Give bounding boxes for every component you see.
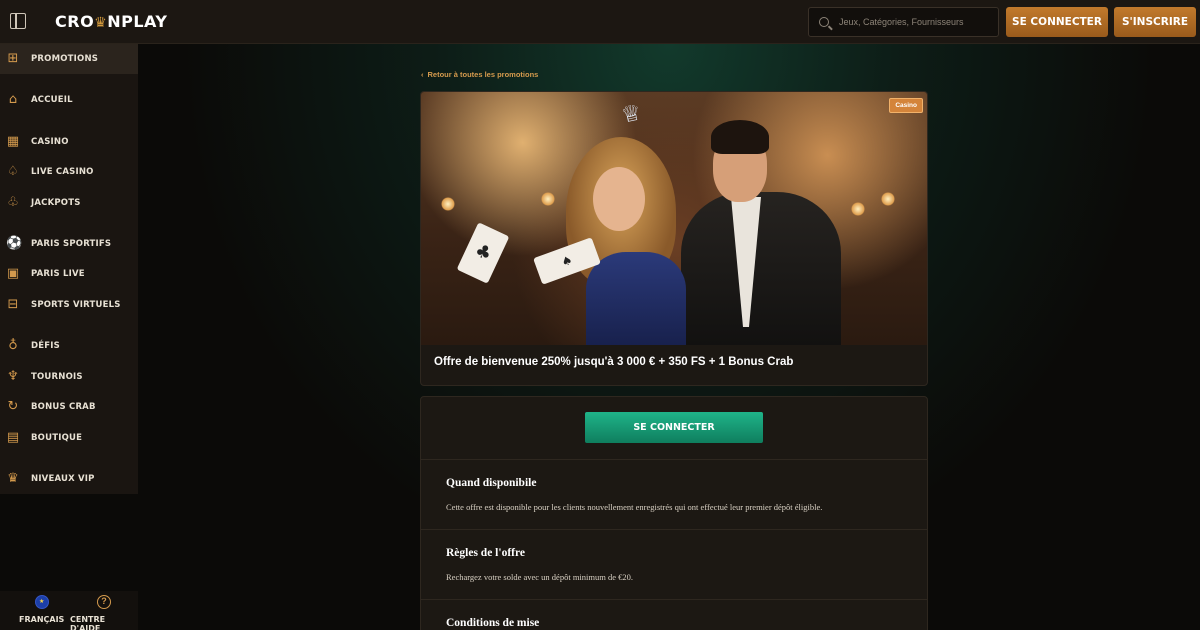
promo-title: Offre de bienvenue 250% jusqu'à 3 000 € … [434,356,794,368]
gift-icon: ⊞ [7,51,19,66]
crown-icon: ♛ [94,15,108,31]
man-hair [711,120,769,154]
shop-icon: ▤ [6,430,20,445]
help-icon: ? [97,595,111,609]
sidebar-item-bonus-crab[interactable]: ↻ BONUS CRAB [0,392,138,422]
spade-icon: ♤ [7,164,19,179]
sidebar-item-virtual-sports[interactable]: ⊟ SPORTS VIRTUELS [0,290,138,320]
section-text: Rechargez votre solde avec un dépôt mini… [446,572,634,582]
sidebar-item-shop[interactable]: ▤ BOUTIQUE [0,423,138,453]
sidebar-item-label: TOURNOIS [31,372,83,382]
claw-icon: ↻ [7,399,19,414]
gamepad-icon: ⊟ [7,297,19,312]
sidebar-footer: ★ FRANÇAIS ? CENTRE D'AIDE [0,591,138,630]
logo-text-right: NPLAY [107,12,168,31]
help-center-link[interactable]: ? CENTRE D'AIDE [70,595,138,630]
chandelier-light [881,192,895,206]
slot-machine-icon: ▦ [6,134,20,149]
trophy-icon: ♆ [7,369,19,384]
logo[interactable]: CRO♛NPLAY [55,12,167,31]
sidebar-item-label: JACKPOTS [31,198,81,208]
sidebar-item-label: PARIS SPORTIFS [31,239,112,249]
logo-text-left: CRO [55,12,95,31]
sidebar-item-sports-betting[interactable]: ⚽ PARIS SPORTIFS [0,229,138,259]
search-box[interactable] [808,7,999,37]
woman-face [593,167,645,231]
tiara-icon: ♕ [619,100,644,129]
category-badge: Casino [889,98,923,113]
help-label: CENTRE D'AIDE [70,615,106,630]
sidebar-item-label: CASINO [31,137,69,147]
chandelier-light [851,202,865,216]
sidebar-item-label: PROMOTIONS [31,54,99,64]
sidebar-item-live-betting[interactable]: ▣ PARIS LIVE [0,259,138,289]
section-offer-rules: Règles de l'offre Rechargez votre solde … [421,529,927,599]
sidebar-item-promotions[interactable]: ⊞ PROMOTIONS [0,44,138,74]
sidebar-item-casino[interactable]: ▦ CASINO [0,127,138,157]
sidebar-item-label: LIVE CASINO [31,167,94,177]
sidebar-item-tournaments[interactable]: ♆ TOURNOIS [0,362,138,392]
sidebar-item-label: ACCUEIL [31,95,73,105]
sidebar-item-label: BOUTIQUE [31,433,83,443]
soccer-ball-icon: ⚽ [6,236,23,251]
medal-icon: ♁ [8,338,18,353]
sidebar-item-label: SPORTS VIRTUELS [31,300,121,310]
section-wagering-conditions: Conditions de mise [421,599,927,630]
chandelier-light [541,192,555,206]
playing-card-icon: ♣ [456,222,510,284]
back-link-label: Retour à toutes les promotions [427,70,539,79]
clover-icon: ♧ [7,195,19,210]
top-bar: CRO♛NPLAY SE CONNECTER S'INSCRIRE [0,0,1200,44]
crown-icon: ♛ [7,471,19,486]
man-figure [681,192,841,345]
sidebar-item-live-casino[interactable]: ♤ LIVE CASINO [0,157,138,187]
register-button[interactable]: S'INSCRIRE [1114,7,1196,37]
chandelier-light [441,197,455,211]
woman-dress [586,252,686,345]
sidebar-item-home[interactable]: ⌂ ACCUEIL [0,85,138,115]
sidebar-item-challenges[interactable]: ♁ DÉFIS [0,331,138,361]
sidebar-item-label: DÉFIS [31,341,60,351]
live-tv-icon: ▣ [6,266,20,281]
promo-card: ♕ ♣ ♠ Casino Offre de bienvenue 250% jus… [420,91,928,386]
search-icon [819,17,829,27]
connect-button[interactable]: SE CONNECTER [585,412,763,443]
promo-image: ♕ ♣ ♠ Casino [421,92,927,345]
eu-flag-icon: ★ [34,595,49,609]
promo-details-card: SE CONNECTER Quand disponibile Cette off… [420,396,928,630]
sidebar-item-jackpots[interactable]: ♧ JACKPOTS [0,188,138,218]
chevron-left-icon: ‹ [421,70,424,79]
sidebar-item-label: BONUS CRAB [31,402,96,412]
section-title: Règles de l'offre [446,547,525,559]
language-label: FRANÇAIS [19,615,65,624]
search-input[interactable] [839,17,989,27]
section-title: Conditions de mise [446,617,540,629]
sidebar-item-label: PARIS LIVE [31,269,85,279]
sidebar-toggle-icon[interactable] [10,13,26,29]
back-to-promotions-link[interactable]: ‹ Retour à toutes les promotions [421,70,538,79]
language-selector[interactable]: ★ FRANÇAIS [19,595,64,624]
section-availability: Quand disponibile Cette offre est dispon… [421,459,927,529]
section-title: Quand disponibile [446,477,537,489]
section-text: Cette offre est disponible pour les clie… [446,502,823,512]
login-button[interactable]: SE CONNECTER [1006,7,1108,37]
sidebar-item-vip-levels[interactable]: ♛ NIVEAUX VIP [0,464,138,494]
home-icon: ⌂ [8,92,18,107]
sidebar-item-label: NIVEAUX VIP [31,474,95,484]
sidebar: ⊞ PROMOTIONS ⌂ ACCUEIL ▦ CASINO ♤ LIVE C… [0,44,138,494]
